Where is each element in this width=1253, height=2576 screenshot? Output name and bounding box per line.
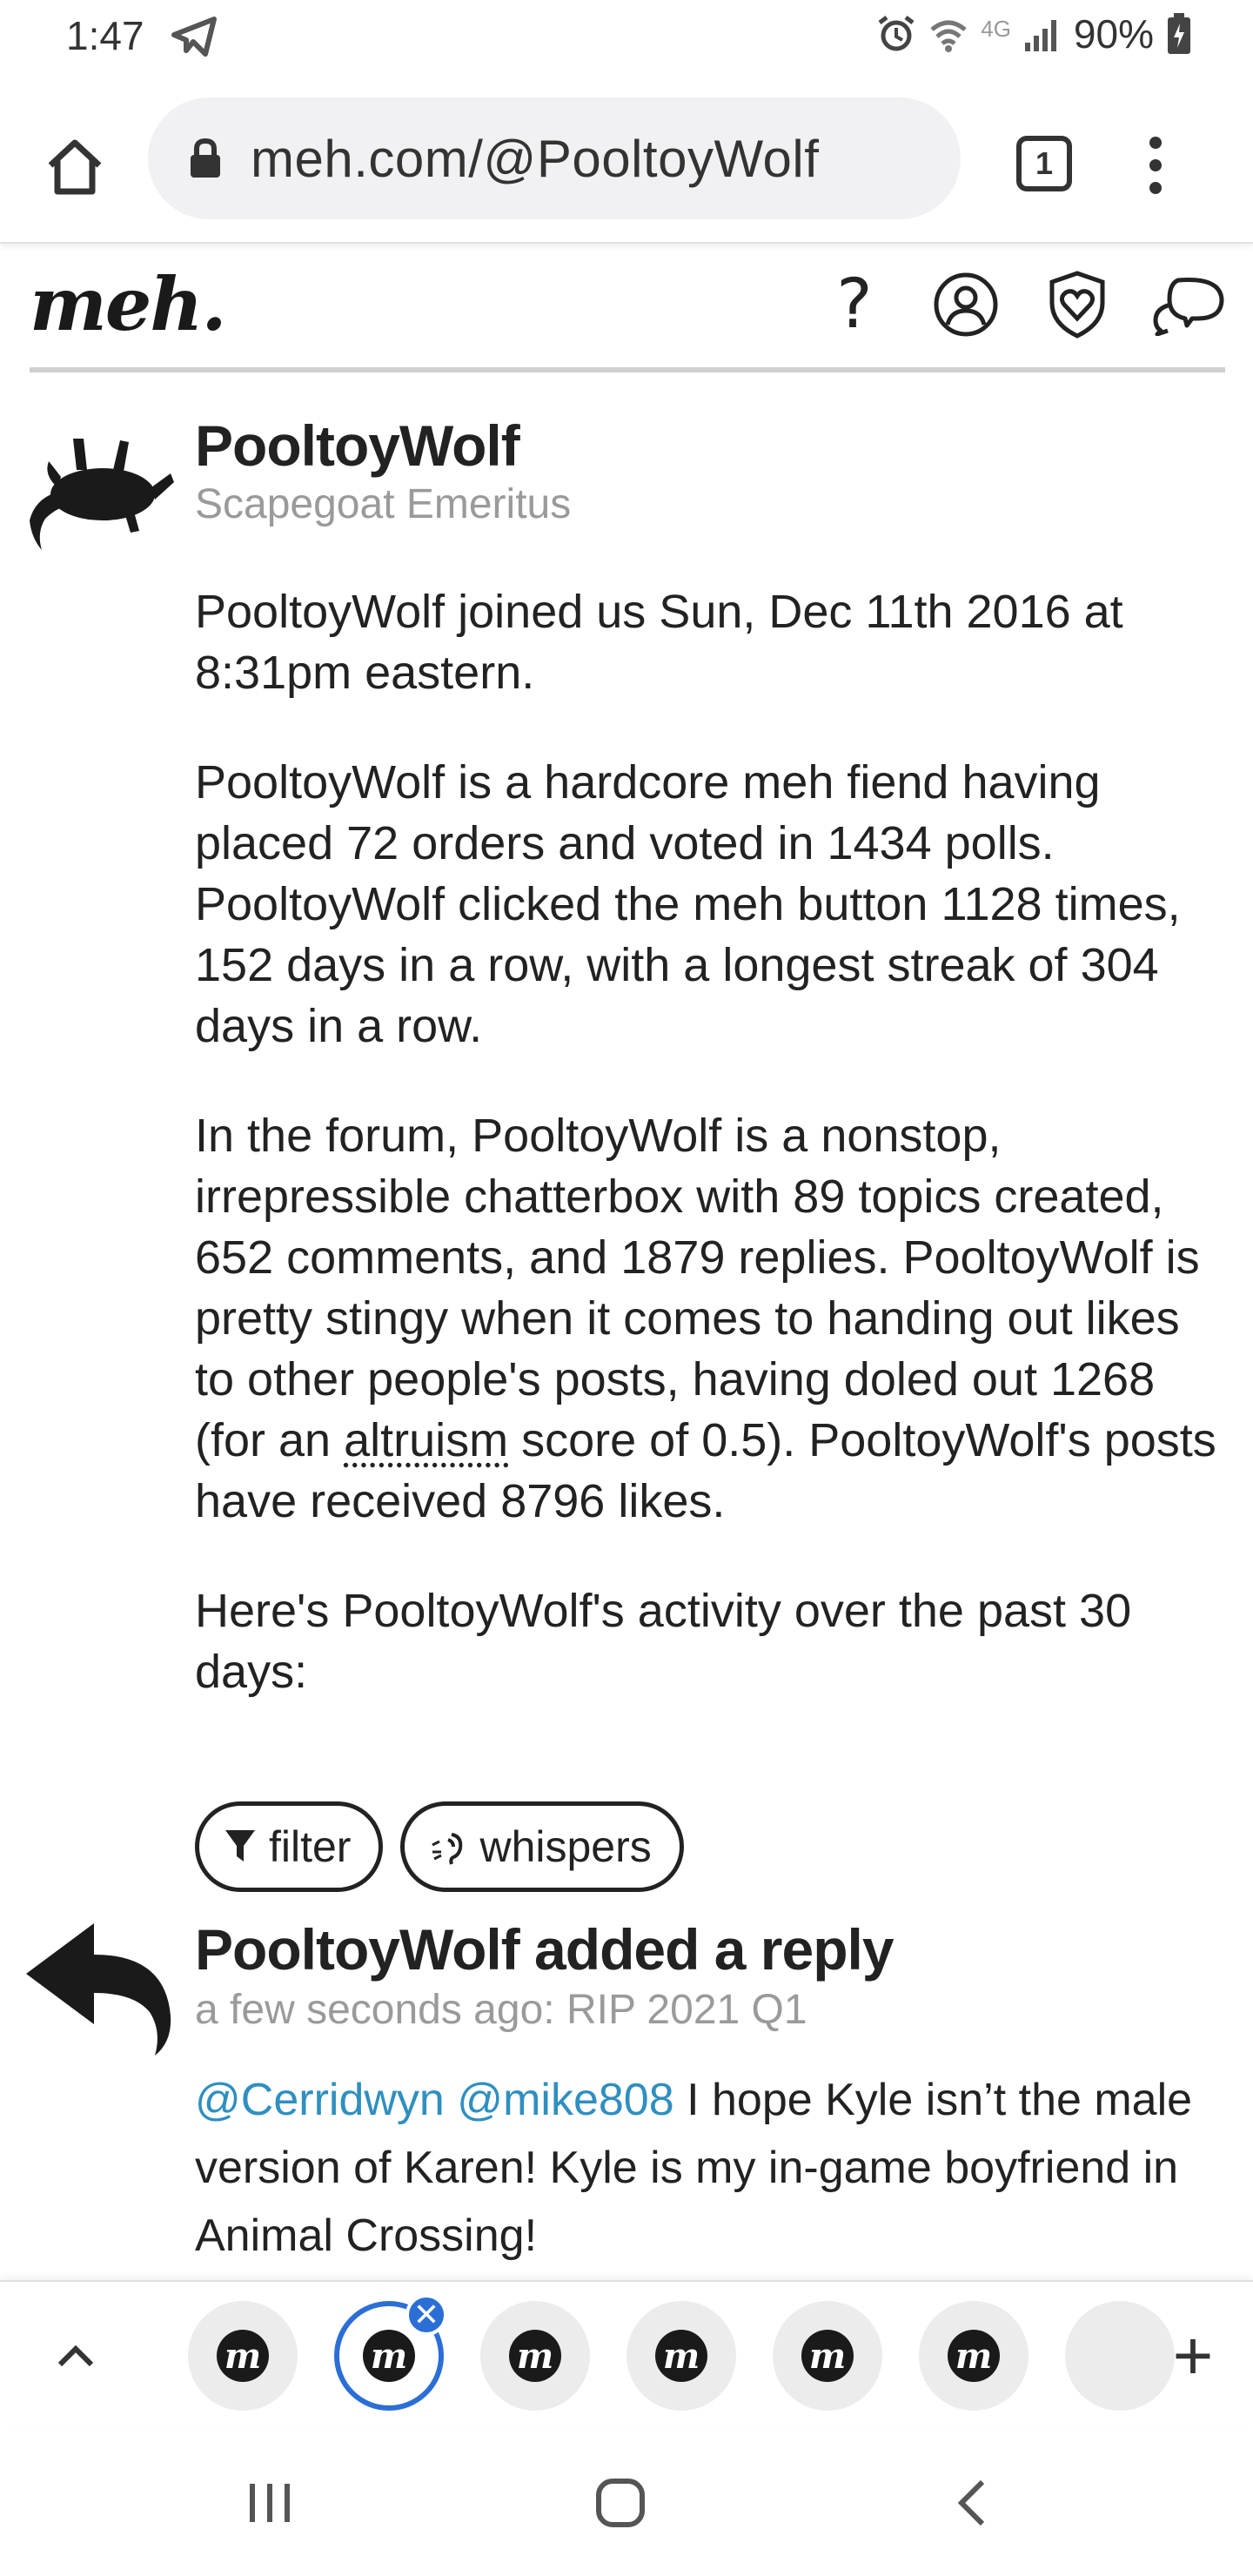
recent-apps-button[interactable] bbox=[231, 2468, 310, 2538]
signal-icon bbox=[1024, 20, 1056, 51]
orders-stats-text: PooltoyWolf is a hardcore meh fiend havi… bbox=[195, 756, 1181, 1052]
overflow-menu-button[interactable] bbox=[1128, 124, 1183, 207]
header-nav: ? bbox=[818, 268, 1225, 341]
profile-bio: PooltoyWolf joined us Sun, Dec 11th 2016… bbox=[195, 581, 1222, 1751]
network-type: 4G bbox=[981, 16, 1011, 42]
mention-link[interactable]: @Cerridwyn bbox=[195, 2075, 445, 2125]
address-bar[interactable]: meh.com/@PooltoyWolf bbox=[148, 97, 961, 219]
wifi-icon bbox=[930, 20, 967, 52]
site-header: meh. ? bbox=[30, 244, 1225, 372]
url-text: meh.com/@PooltoyWolf bbox=[251, 129, 820, 188]
help-icon: ? bbox=[836, 265, 873, 344]
funnel-icon bbox=[225, 1830, 255, 1862]
avatar bbox=[30, 439, 174, 550]
filter-button[interactable]: filter bbox=[195, 1801, 384, 1892]
help-button[interactable]: ? bbox=[818, 268, 891, 341]
status-bar: 1:47 4G 90% bbox=[0, 0, 1253, 73]
home-icon bbox=[48, 139, 102, 195]
new-tab-button[interactable]: + bbox=[1154, 2317, 1232, 2395]
activity-body: @Cerridwyn @mike808 I hope Kyle isn’t th… bbox=[195, 2066, 1204, 2270]
browser-tab-active[interactable]: m ✕ bbox=[334, 2294, 447, 2411]
browser-tab[interactable]: m bbox=[480, 2301, 590, 2411]
meh-favicon-icon: m bbox=[363, 2330, 415, 2382]
tab-strip: m m ✕ m m m m + bbox=[0, 2280, 1253, 2428]
browser-tab[interactable]: m bbox=[773, 2301, 882, 2411]
user-icon bbox=[934, 272, 998, 337]
menu-dot bbox=[1149, 137, 1162, 149]
meh-favicon-icon: m bbox=[509, 2330, 561, 2382]
home-nav-button[interactable] bbox=[581, 2468, 660, 2538]
reply-arrow-icon bbox=[26, 1923, 171, 2056]
whispers-button[interactable]: whispers bbox=[400, 1801, 684, 1892]
whisper-icon bbox=[432, 1833, 463, 1865]
meh-favicon-icon: m bbox=[217, 2330, 269, 2382]
tab-count: 1 bbox=[1016, 136, 1072, 191]
meh-favicon-icon: m bbox=[655, 2330, 707, 2382]
battery-icon bbox=[1168, 13, 1190, 54]
system-nav-bar bbox=[0, 2430, 1253, 2576]
status-icons: 4G 90% bbox=[876, 10, 1192, 57]
back-chevron-icon bbox=[957, 2479, 985, 2526]
back-nav-button[interactable] bbox=[933, 2468, 1011, 2538]
recents-icon bbox=[250, 2484, 290, 2522]
activity-meta[interactable]: a few seconds ago: RIP 2021 Q1 bbox=[195, 1986, 807, 2034]
lock-icon bbox=[191, 138, 220, 178]
browser-toolbar: meh.com/@PooltoyWolf 1 bbox=[0, 73, 1253, 244]
close-tab-icon[interactable]: ✕ bbox=[405, 2294, 447, 2336]
browser-tab[interactable]: m bbox=[188, 2301, 298, 2411]
menu-dot bbox=[1149, 159, 1162, 171]
joined-text: PooltoyWolf joined us Sun, Dec 11th 2016… bbox=[195, 586, 1123, 699]
home-button[interactable] bbox=[33, 125, 117, 209]
filter-label: filter bbox=[269, 1822, 352, 1871]
site-logo[interactable]: meh. bbox=[30, 261, 227, 347]
chevron-up-icon bbox=[57, 2345, 94, 2367]
battery-percent: 90% bbox=[1073, 11, 1154, 57]
expand-tabs-button[interactable] bbox=[45, 2325, 106, 2386]
telegram-icon bbox=[171, 17, 217, 57]
activity-intro-text: Here's PooltoyWolf's activity over the p… bbox=[195, 1585, 1132, 1698]
altruism-term[interactable]: altruism bbox=[344, 1414, 508, 1466]
mention-link[interactable]: @mike808 bbox=[457, 2075, 673, 2125]
tab-switcher-button[interactable]: 1 bbox=[1009, 129, 1079, 198]
activity-filters: filter whispers bbox=[195, 1801, 684, 1892]
profile-name: PooltoyWolf bbox=[195, 413, 520, 478]
shield-heart-icon bbox=[1049, 271, 1105, 339]
meh-favicon-icon: m bbox=[948, 2330, 1000, 2382]
status-time: 1:47 bbox=[66, 13, 144, 58]
forum-button[interactable] bbox=[1152, 268, 1225, 341]
account-button[interactable] bbox=[929, 268, 1002, 341]
alarm-icon bbox=[878, 16, 915, 51]
home-square-icon bbox=[596, 2479, 645, 2527]
whispers-label: whispers bbox=[479, 1822, 652, 1871]
browser-tab[interactable]: m bbox=[919, 2301, 1029, 2411]
meh-favicon-icon: m bbox=[801, 2330, 854, 2382]
menu-dot bbox=[1149, 182, 1162, 194]
profile-subtitle: Scapegoat Emeritus bbox=[195, 481, 572, 527]
vmp-button[interactable] bbox=[1041, 268, 1114, 341]
forum-stats-part-1: In the forum, PooltoyWolf is a nonstop, … bbox=[195, 1110, 1200, 1466]
forum-stats-text: In the forum, PooltoyWolf is a nonstop, … bbox=[195, 1105, 1222, 1532]
chat-bubble-icon bbox=[1153, 277, 1224, 336]
activity-title[interactable]: PooltoyWolf added a reply bbox=[195, 1916, 895, 1982]
browser-tab[interactable]: m bbox=[626, 2301, 736, 2411]
